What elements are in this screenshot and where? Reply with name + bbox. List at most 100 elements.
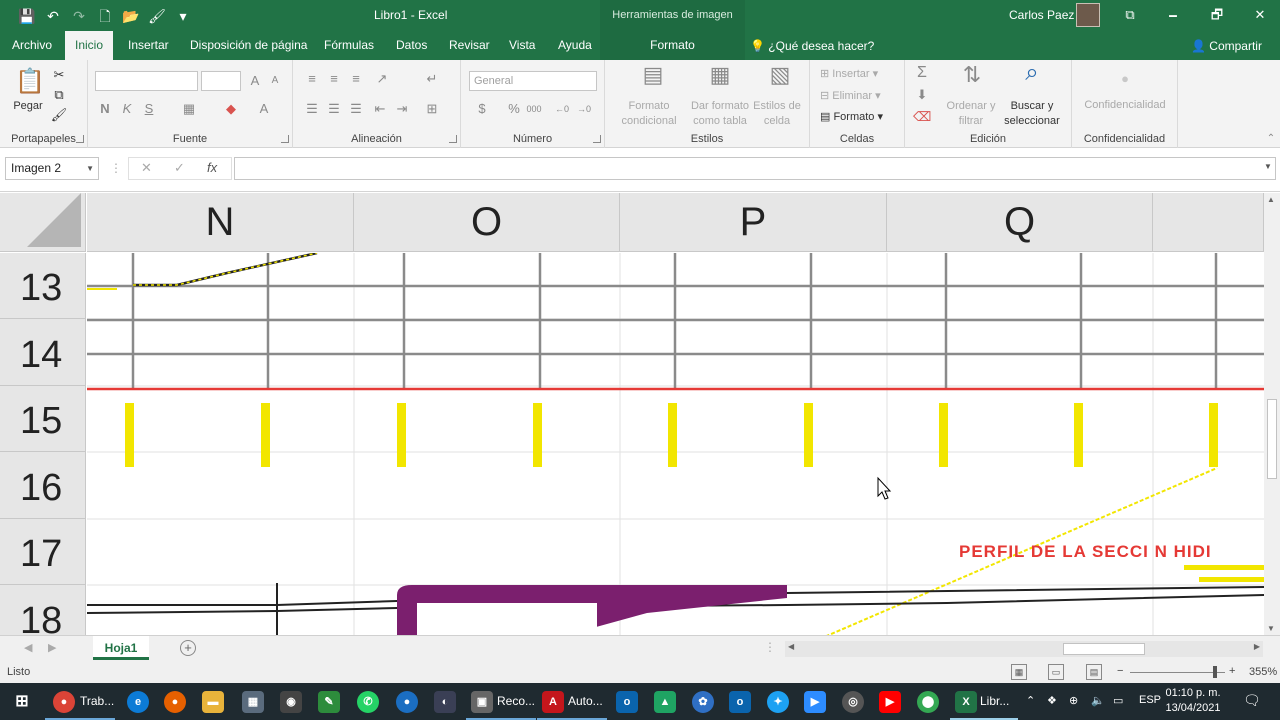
taskbar-autocad-label[interactable]: Auto... (568, 694, 603, 708)
cell-styles-icon[interactable]: ▧ (765, 64, 795, 96)
cut-icon[interactable]: ✂ (50, 66, 68, 84)
font-name-box[interactable] (95, 71, 198, 91)
decrease-decimal-icon[interactable]: →0 (575, 100, 593, 118)
outlook-icon[interactable]: o (616, 691, 638, 713)
ribbon-display-icon[interactable]: ⧉ (1120, 5, 1140, 25)
cancel-icon[interactable]: ✕ (141, 160, 152, 176)
sheet-tab-hoja1[interactable]: Hoja1 (93, 636, 149, 660)
page-break-icon[interactable]: ▤ (1086, 664, 1102, 680)
scroll-left-icon[interactable]: ◀ (788, 642, 794, 651)
grow-font-icon[interactable]: A (246, 72, 264, 90)
tab-formato[interactable]: Formato (600, 31, 745, 60)
share-button[interactable]: 👤 Compartir (1191, 39, 1262, 53)
decrease-indent-icon[interactable]: ⇤ (371, 100, 389, 118)
redo-icon[interactable]: ↷ (66, 6, 92, 26)
zoom-slider-thumb[interactable] (1213, 666, 1217, 678)
font-color-icon[interactable]: A (255, 100, 273, 118)
customize-qat-icon[interactable]: ▾ (170, 6, 196, 26)
cell-styles-button[interactable]: Estilos de celda (751, 99, 803, 129)
font-size-box[interactable] (201, 71, 241, 91)
globe-icon[interactable]: ⊕ (1069, 694, 1078, 707)
new-file-icon[interactable]: 🗋 (92, 6, 118, 26)
whatsapp-icon[interactable]: ✆ (357, 691, 379, 713)
user-name[interactable]: Carlos Paez (1009, 8, 1074, 22)
more-options-icon[interactable]: ⋮ (110, 161, 122, 175)
orientation-icon[interactable]: ↗ (373, 70, 391, 88)
name-box[interactable]: Imagen 2 ▼ (5, 157, 99, 180)
align-right-icon[interactable]: ☰ (347, 100, 365, 118)
alignment-launcher[interactable] (449, 135, 457, 143)
italic-button[interactable]: K (118, 100, 136, 118)
next-sheet-icon[interactable]: ▶ (48, 641, 56, 654)
increase-indent-icon[interactable]: ⇥ (393, 100, 411, 118)
chevron-down-icon[interactable]: ▼ (86, 158, 94, 179)
avatar[interactable] (1076, 3, 1100, 27)
align-top-icon[interactable]: ≡ (303, 70, 321, 88)
tab-ayuda[interactable]: Ayuda (548, 31, 602, 60)
split-handle-icon[interactable]: ⋮ (764, 640, 776, 654)
scroll-up-icon[interactable]: ▲ (1267, 195, 1275, 204)
tab-formulas[interactable]: Fórmulas (314, 31, 384, 60)
open-folder-icon[interactable]: 📂 (118, 6, 144, 26)
expand-formula-icon[interactable]: ▼ (1264, 162, 1272, 171)
column-header-o[interactable]: O (354, 193, 620, 252)
select-all-button[interactable] (0, 193, 86, 252)
zoom-level[interactable]: 355% (1249, 666, 1277, 678)
delete-cells-button[interactable]: ⊟ Eliminar ▾ (820, 89, 881, 102)
volume-icon[interactable]: 🔈 (1091, 694, 1105, 707)
drawing-app-icon[interactable]: ✎ (318, 691, 340, 713)
increase-decimal-icon[interactable]: ←0 (553, 100, 571, 118)
twitter-icon[interactable]: ✦ (767, 691, 789, 713)
calculator-icon[interactable]: ▦ (242, 691, 264, 713)
excel-icon[interactable]: X (955, 691, 977, 713)
font-launcher[interactable] (281, 135, 289, 143)
tab-insertar[interactable]: Insertar (118, 31, 179, 60)
tray-chevron-icon[interactable]: ⌃ (1026, 694, 1035, 707)
paste-button[interactable]: Pegar (8, 100, 48, 112)
horizontal-scroll-thumb[interactable] (1063, 643, 1145, 655)
edge-icon[interactable]: e (127, 691, 149, 713)
align-left-icon[interactable]: ☰ (303, 100, 321, 118)
youtube-icon[interactable]: ▶ (879, 691, 901, 713)
zoom-app-icon[interactable]: ▶ (804, 691, 826, 713)
underline-button[interactable]: S (140, 100, 158, 118)
zoom-slider-track[interactable] (1130, 672, 1225, 673)
battery-icon[interactable]: ▭ (1113, 694, 1123, 707)
format-table-icon[interactable]: ▦ (705, 64, 735, 96)
save-icon[interactable]: 💾 (14, 6, 40, 26)
currency-button[interactable]: $ (473, 100, 491, 118)
conditional-format-button[interactable]: Formato condicional (609, 99, 689, 129)
sensitivity-icon[interactable]: ● (1116, 70, 1134, 88)
windows-start-icon[interactable]: ⊞ (11, 691, 33, 713)
align-middle-icon[interactable]: ≡ (325, 70, 343, 88)
tell-me-search[interactable]: 💡 ¿Qué desea hacer? (750, 39, 874, 53)
merge-center-icon[interactable]: ⊞ (423, 100, 441, 118)
conditional-format-icon[interactable]: ▤ (638, 64, 668, 96)
file-explorer-icon[interactable]: ▬ (202, 691, 224, 713)
row-header-15[interactable]: 15 (0, 386, 86, 452)
row-header-17[interactable]: 17 (0, 519, 86, 585)
autocad-icon[interactable]: A (542, 691, 564, 713)
bold-button[interactable]: N (96, 100, 114, 118)
page-layout-icon[interactable]: ▭ (1048, 664, 1064, 680)
system-clock[interactable]: 01:10 p. m. 13/04/2021 (1158, 686, 1228, 716)
horizontal-scrollbar[interactable]: ◀ ▶ (785, 641, 1263, 657)
format-as-table-button[interactable]: Dar formato como tabla (683, 99, 757, 129)
shrink-font-icon[interactable]: A (266, 72, 284, 90)
number-launcher[interactable] (593, 135, 601, 143)
sort-filter-icon[interactable]: ⇅ (957, 64, 987, 96)
column-header-q[interactable]: Q (887, 193, 1153, 252)
camera-icon[interactable]: ◉ (280, 691, 302, 713)
row-header-16[interactable]: 16 (0, 452, 86, 519)
chrome-icon[interactable]: ● (53, 691, 75, 713)
prev-sheet-icon[interactable]: ◀ (24, 641, 32, 654)
row-header-13[interactable]: 13 (0, 253, 86, 319)
recorder-icon[interactable]: ▣ (471, 691, 493, 713)
number-format-box[interactable]: General (469, 71, 597, 91)
find-select-icon[interactable]: ⌕ (1017, 61, 1047, 94)
align-bottom-icon[interactable]: ≡ (347, 70, 365, 88)
outlook-alt-icon[interactable]: o (729, 691, 751, 713)
notifications-icon[interactable]: 🗨 (1243, 692, 1261, 709)
paste-icon[interactable]: 📋 (15, 68, 45, 96)
google-drive-icon[interactable]: ▲ (654, 691, 676, 713)
